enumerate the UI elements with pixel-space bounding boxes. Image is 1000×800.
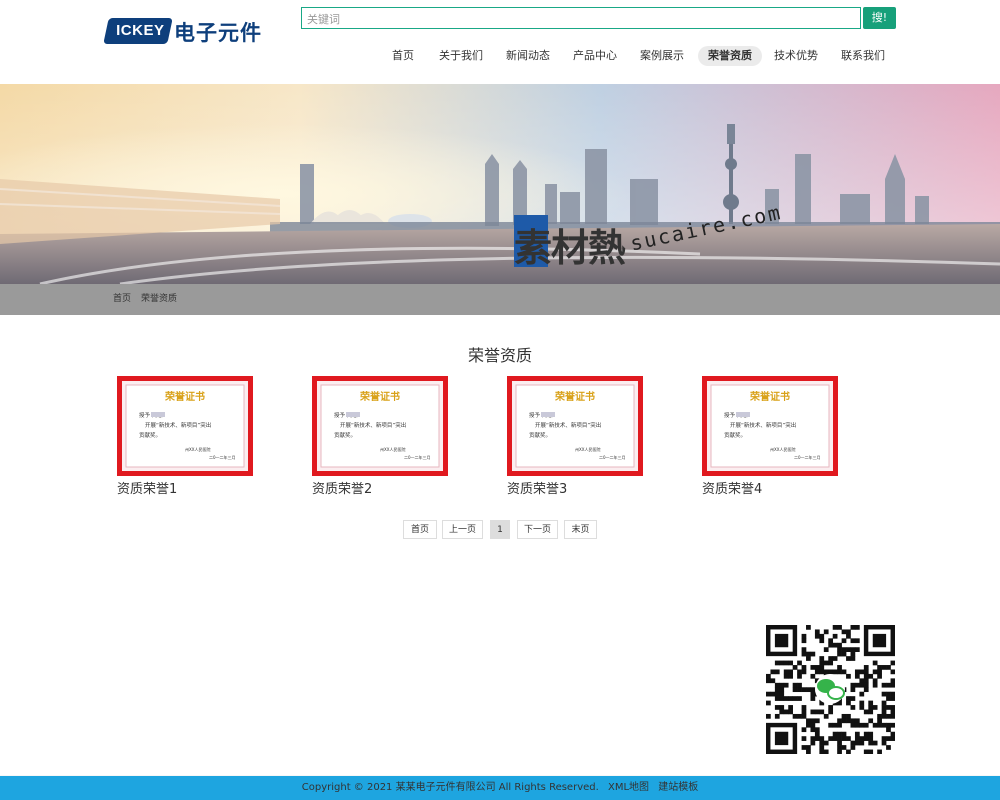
search-input[interactable]: 关键词 xyxy=(301,7,861,29)
breadcrumb: 首页 荣誉资质 xyxy=(0,284,1000,315)
certificate-card[interactable]: 荣誉证书授予 同志：开展“新技术、新项目”突出贡献奖。州XX人民医院二0一二年三… xyxy=(312,376,448,500)
pager-current[interactable]: 1 xyxy=(490,520,510,539)
site-header: ICKEY 电子元件 关键词 搜! 首页 关于我们 新闻动态 产品中心 案例展示… xyxy=(0,0,1000,84)
search-button[interactable]: 搜! xyxy=(863,7,896,29)
logo-badge-text: ICKEY xyxy=(116,22,165,39)
cert-line-3: 贡献奖。 xyxy=(529,431,551,439)
nav-item-contact[interactable]: 联系我们 xyxy=(837,46,889,66)
pager-first[interactable]: 首页 xyxy=(403,520,437,539)
pager-last[interactable]: 末页 xyxy=(564,520,597,539)
breadcrumb-current[interactable]: 荣誉资质 xyxy=(141,291,177,304)
cert-issuer: 州XX人民医院 xyxy=(185,446,210,452)
certificate-label[interactable]: 资质荣誉3 xyxy=(507,478,567,497)
certificate-image[interactable]: 荣誉证书授予 同志：开展“新技术、新项目”突出贡献奖。州XX人民医院二0一二年三… xyxy=(312,376,448,476)
certificate-card[interactable]: 荣誉证书授予 同志：开展“新技术、新项目”突出贡献奖。州XX人民医院二0一二年三… xyxy=(507,376,643,500)
nav-item-cases[interactable]: 案例展示 xyxy=(636,46,688,66)
nav-item-about[interactable]: 关于我们 xyxy=(435,46,487,66)
site-logo[interactable]: ICKEY 电子元件 xyxy=(103,16,266,48)
watermark-cn: 素材熱 xyxy=(514,226,626,270)
cert-issuer: 州XX人民医院 xyxy=(380,446,405,452)
cert-heading: 荣誉证书 xyxy=(359,390,400,403)
pager-prev[interactable]: 上一页 xyxy=(442,520,483,539)
cert-heading: 荣誉证书 xyxy=(164,390,205,403)
breadcrumb-home[interactable]: 首页 xyxy=(113,291,131,304)
pagination: 首页 上一页 1 下一页 末页 xyxy=(0,520,1000,539)
city-skyline-image xyxy=(0,84,1000,284)
certificate-image[interactable]: 荣誉证书授予 同志：开展“新技术、新项目”突出贡献奖。州XX人民医院二0一二年三… xyxy=(507,376,643,476)
cert-heading: 荣誉证书 xyxy=(749,390,790,403)
cert-issuer: 州XX人民医院 xyxy=(575,446,600,452)
cert-line-2: 开展“新技术、新项目”突出 xyxy=(340,421,406,429)
certificate-card[interactable]: 荣誉证书授予 同志：开展“新技术、新项目”突出贡献奖。州XX人民医院二0一二年三… xyxy=(117,376,253,500)
site-footer: Copyright © 2021 某某电子元件有限公司 All Rights R… xyxy=(0,776,1000,800)
cert-line-2: 开展“新技术、新项目”突出 xyxy=(535,421,601,429)
cert-date: 二0一二年三月 xyxy=(209,454,236,460)
certificate-image[interactable]: 荣誉证书授予 同志：开展“新技术、新项目”突出贡献奖。州XX人民医院二0一二年三… xyxy=(117,376,253,476)
cert-line-2: 开展“新技术、新项目”突出 xyxy=(145,421,211,429)
cert-date: 二0一二年三月 xyxy=(599,454,626,460)
nav-item-honors[interactable]: 荣誉资质 xyxy=(698,46,762,66)
nav-item-news[interactable]: 新闻动态 xyxy=(502,46,554,66)
cert-line-3: 贡献奖。 xyxy=(334,431,356,439)
copyright-text: Copyright © 2021 某某电子元件有限公司 All Rights R… xyxy=(301,782,599,793)
cert-date: 二0一二年三月 xyxy=(404,454,431,460)
nav-item-tech[interactable]: 技术优势 xyxy=(770,46,822,66)
certificate-label[interactable]: 资质荣誉1 xyxy=(117,478,177,497)
template-link[interactable]: 建站模板 xyxy=(658,782,698,793)
hero-banner: 素材熱 sucaire.com xyxy=(0,84,1000,284)
cert-date: 二0一二年三月 xyxy=(794,454,821,460)
nav-item-home[interactable]: 首页 xyxy=(380,46,426,66)
pager-next[interactable]: 下一页 xyxy=(517,520,558,539)
cert-issuer: 州XX人民医院 xyxy=(770,446,795,452)
logo-name: 电子元件 xyxy=(174,21,262,45)
page-title: 荣誉资质 xyxy=(467,346,532,365)
certificate-card[interactable]: 荣誉证书授予 同志：开展“新技术、新项目”突出贡献奖。州XX人民医院二0一二年三… xyxy=(702,376,838,500)
sitemap-link[interactable]: XML地图 xyxy=(608,782,649,793)
certificate-image[interactable]: 荣誉证书授予 同志：开展“新技术、新项目”突出贡献奖。州XX人民医院二0一二年三… xyxy=(702,376,838,476)
nav-item-products[interactable]: 产品中心 xyxy=(569,46,621,66)
cert-line-2: 开展“新技术、新项目”突出 xyxy=(730,421,796,429)
cert-line-3: 贡献奖。 xyxy=(139,431,161,439)
logo-badge: ICKEY xyxy=(103,18,173,44)
cert-line-3: 贡献奖。 xyxy=(724,431,746,439)
certificate-label[interactable]: 资质荣誉4 xyxy=(702,478,762,497)
wechat-qr-code xyxy=(766,625,896,755)
certificate-label[interactable]: 资质荣誉2 xyxy=(312,478,372,497)
cert-heading: 荣誉证书 xyxy=(554,390,595,403)
